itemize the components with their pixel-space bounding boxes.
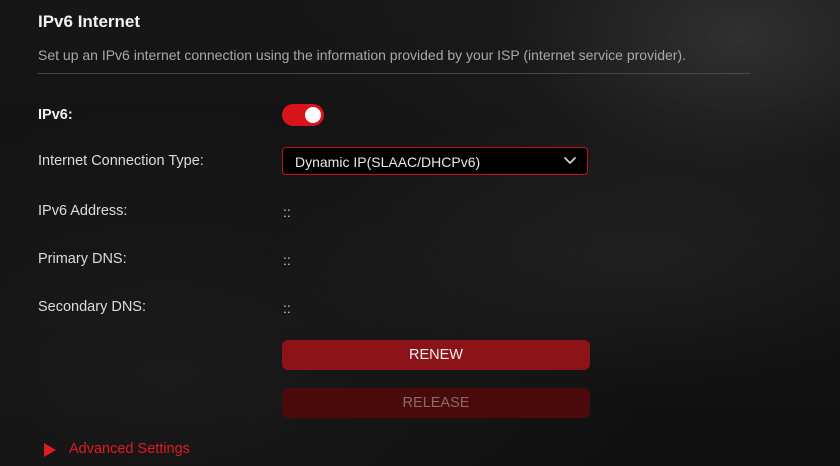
connection-type-value: Dynamic IP(SLAAC/DHCPv6)	[295, 154, 481, 170]
ipv6-address-value: ::	[283, 204, 291, 220]
ipv6-toggle[interactable]	[282, 104, 324, 126]
triangle-right-icon	[44, 443, 56, 457]
ipv6-label: IPv6:	[38, 107, 73, 123]
primary-dns-label: Primary DNS:	[38, 251, 127, 267]
secondary-dns-value: ::	[283, 300, 291, 316]
renew-button[interactable]: RENEW	[282, 340, 590, 370]
secondary-dns-label: Secondary DNS:	[38, 299, 146, 315]
ipv6-address-label: IPv6 Address:	[38, 203, 128, 219]
toggle-knob	[305, 107, 321, 123]
divider	[38, 73, 750, 74]
connection-type-select[interactable]: Dynamic IP(SLAAC/DHCPv6)	[282, 147, 588, 175]
section-description: Set up an IPv6 internet connection using…	[38, 47, 686, 63]
section-title: IPv6 Internet	[38, 12, 141, 31]
primary-dns-value: ::	[283, 252, 291, 268]
connection-type-label: Internet Connection Type:	[38, 153, 204, 169]
release-button[interactable]: RELEASE	[282, 388, 590, 418]
chevron-down-icon	[564, 157, 576, 164]
advanced-settings-label: Advanced Settings	[69, 441, 190, 457]
